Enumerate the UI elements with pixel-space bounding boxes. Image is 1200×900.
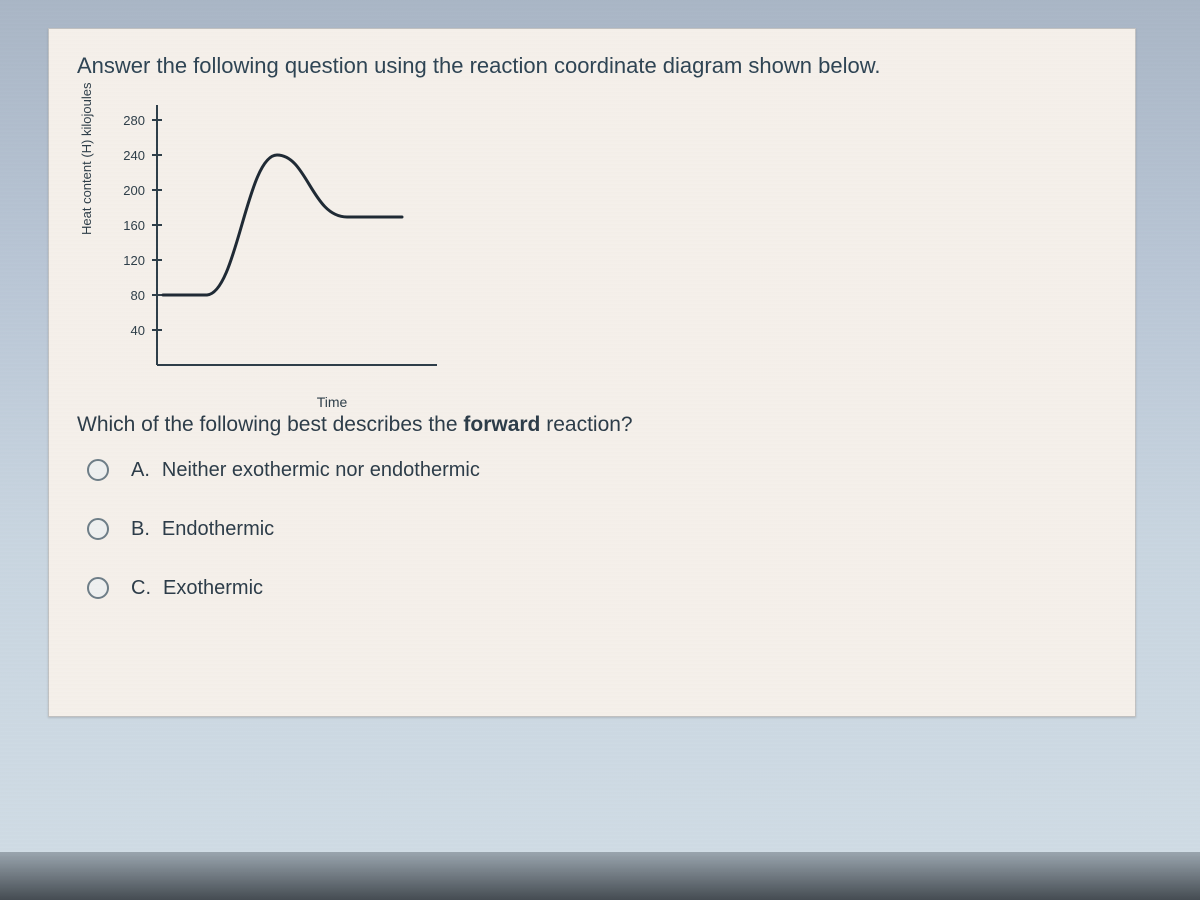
radio-icon[interactable]	[87, 459, 109, 481]
q-bold: forward	[463, 413, 540, 436]
option-b[interactable]: B. Endothermic	[87, 518, 1107, 541]
option-text: Neither exothermic nor endothermic	[162, 459, 480, 481]
diagram-svg: 40 80 120 160 200 240 280	[97, 95, 457, 385]
q-part2: reaction?	[540, 413, 632, 436]
options-group: A. Neither exothermic nor endothermic B. E…	[87, 459, 1107, 600]
tick-200: 200	[123, 183, 145, 198]
question-text: Which of the following best describes th…	[77, 413, 1107, 437]
y-axis-label: Heat content (H) kilojoules	[79, 82, 94, 234]
option-c-label: C. Exothermic	[131, 577, 263, 600]
tick-240: 240	[123, 148, 145, 163]
option-letter: A.	[131, 459, 150, 481]
energy-curve	[163, 155, 402, 295]
x-axis-label: Time	[207, 394, 457, 410]
q-part1: Which of the following best describes th…	[77, 413, 463, 436]
reaction-coordinate-diagram: 40 80 120 160 200 240 280 Heat content (…	[97, 95, 457, 395]
tick-80: 80	[131, 288, 145, 303]
question-card: Answer the following question using the …	[48, 28, 1136, 717]
tick-120: 120	[123, 253, 145, 268]
radio-icon[interactable]	[87, 577, 109, 599]
monitor-bezel-shadow	[0, 852, 1200, 900]
tick-40: 40	[131, 323, 145, 338]
option-text: Endothermic	[162, 518, 274, 540]
option-text: Exothermic	[163, 577, 263, 599]
option-c[interactable]: C. Exothermic	[87, 577, 1107, 600]
option-letter: B.	[131, 518, 150, 540]
option-b-label: B. Endothermic	[131, 518, 274, 541]
tick-280: 280	[123, 113, 145, 128]
prompt-text: Answer the following question using the …	[77, 51, 1107, 81]
radio-icon[interactable]	[87, 518, 109, 540]
option-a-label: A. Neither exothermic nor endothermic	[131, 459, 480, 482]
option-letter: C.	[131, 577, 151, 599]
tick-160: 160	[123, 218, 145, 233]
option-a[interactable]: A. Neither exothermic nor endothermic	[87, 459, 1107, 482]
